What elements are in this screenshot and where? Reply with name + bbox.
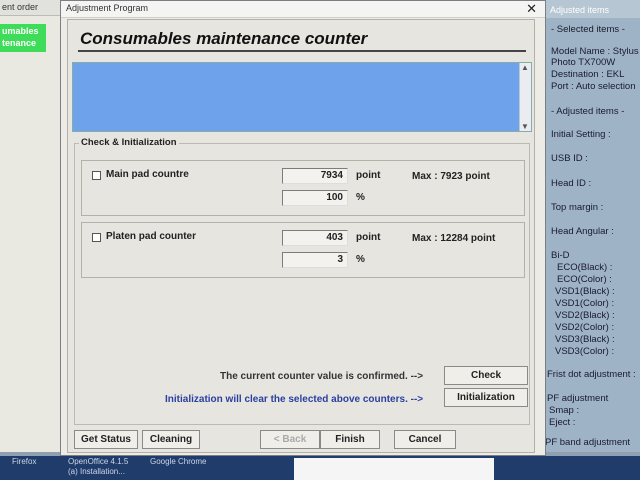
left-window-highlight[interactable]: umables tenance — [0, 24, 46, 52]
main-pad-unit: point — [356, 170, 381, 181]
initialization-button[interactable]: Initialization — [444, 388, 528, 407]
platen-pad-counter-row: Platen pad counter 403 point Max : 12284… — [81, 222, 525, 278]
dialog-content: Consumables maintenance counter ▲ ▼ Chec… — [67, 19, 535, 453]
main-pad-percent-unit: % — [356, 192, 365, 203]
panel-line: Photo TX700W — [551, 57, 616, 68]
panel-line: PF band adjustment — [545, 437, 631, 448]
panel-line: Bi-D — [551, 250, 570, 261]
taskbar: Firefox OpenOffice 4.1.5 (a) Installatio… — [0, 456, 640, 480]
main-pad-value: 7934 — [282, 168, 348, 184]
taskbar-item[interactable]: OpenOffice 4.1.5 — [68, 457, 128, 466]
cancel-button[interactable]: Cancel — [394, 430, 456, 449]
panel-line: ECO(Black) : — [557, 262, 613, 273]
panel-line: Model Name : Stylus — [551, 46, 639, 57]
panel-line: ECO(Color) : — [557, 274, 612, 285]
panel-line: - Adjusted items - — [551, 106, 625, 117]
adjusted-items-title: Adjusted items — [545, 0, 640, 18]
panel-line: Top margin : — [551, 202, 604, 213]
cleaning-button[interactable]: Cleaning — [142, 430, 200, 449]
page-title: Consumables maintenance counter — [80, 29, 368, 48]
panel-line: Smap : — [549, 405, 580, 416]
scroll-up-icon[interactable]: ▲ — [521, 63, 529, 72]
taskbar-item[interactable]: Google Chrome — [150, 457, 206, 466]
title-underline — [78, 50, 526, 52]
panel-line: VSD3(Color) : — [555, 346, 615, 357]
panel-line: Head Angular : — [551, 226, 614, 237]
panel-line: Eject : — [549, 417, 576, 428]
get-status-button[interactable]: Get Status — [74, 430, 138, 449]
platen-pad-max: Max : 12284 point — [412, 233, 496, 244]
left-green-label-1: umables — [2, 26, 39, 36]
main-pad-counter-row: Main pad countre 7934 point Max : 7923 p… — [81, 160, 525, 216]
main-pad-checkbox[interactable] — [92, 171, 101, 180]
close-icon[interactable]: ✕ — [526, 1, 537, 17]
panel-line: Port : Auto selection — [551, 81, 636, 92]
panel-line: VSD1(Black) : — [555, 286, 615, 297]
platen-pad-percent: 3 — [282, 252, 348, 268]
platen-pad-percent-unit: % — [356, 254, 365, 265]
panel-line: VSD3(Black) : — [555, 334, 615, 345]
platen-pad-label: Platen pad counter — [106, 231, 197, 242]
platen-pad-value: 403 — [282, 230, 348, 246]
panel-line: VSD2(Color) : — [555, 322, 615, 333]
main-pad-percent: 100 — [282, 190, 348, 206]
check-button[interactable]: Check — [444, 366, 528, 385]
group-title: Check & Initialization — [79, 137, 179, 148]
background-window-left: ent order umables tenance — [0, 0, 63, 452]
platen-pad-unit: point — [356, 232, 381, 243]
dialog-title: Adjustment Program — [66, 3, 149, 13]
panel-line: Frist dot adjustment : — [547, 369, 636, 380]
panel-line: Initial Setting : — [551, 129, 611, 140]
panel-line: Head ID : — [551, 178, 592, 189]
taskbar-item[interactable]: Firefox — [12, 457, 36, 466]
info-text-area[interactable]: ▲ ▼ — [72, 62, 532, 132]
taskbar-window-preview — [294, 458, 494, 480]
scroll-down-icon[interactable]: ▼ — [521, 122, 529, 131]
confirm-message: The current counter value is confirmed. … — [220, 371, 424, 382]
panel-line: PF adjustment — [547, 393, 609, 404]
platen-pad-checkbox[interactable] — [92, 233, 101, 242]
main-pad-label: Main pad countre — [106, 169, 189, 180]
left-window-title: ent order — [0, 0, 62, 16]
info-scrollbar[interactable]: ▲ ▼ — [519, 63, 531, 131]
finish-button[interactable]: Finish — [320, 430, 380, 449]
panel-line: - Selected items - — [551, 24, 625, 35]
initialization-message: Initialization will clear the selected a… — [165, 394, 424, 405]
adjusted-items-panel: Adjusted items - Selected items - Model … — [545, 0, 640, 452]
taskbar-item[interactable]: (a) Installation... — [68, 467, 125, 476]
panel-line: Destination : EKL — [551, 69, 625, 80]
adjustment-program-dialog: Adjustment Program ✕ Consumables mainten… — [60, 0, 546, 456]
dialog-title-bar[interactable]: Adjustment Program ✕ — [61, 1, 545, 18]
back-button[interactable]: < Back — [260, 430, 320, 449]
left-green-label-2: tenance — [2, 38, 37, 48]
panel-line: USB ID : — [551, 153, 588, 164]
panel-line: VSD1(Color) : — [555, 298, 615, 309]
main-pad-max: Max : 7923 point — [412, 171, 490, 182]
panel-line: VSD2(Black) : — [555, 310, 615, 321]
